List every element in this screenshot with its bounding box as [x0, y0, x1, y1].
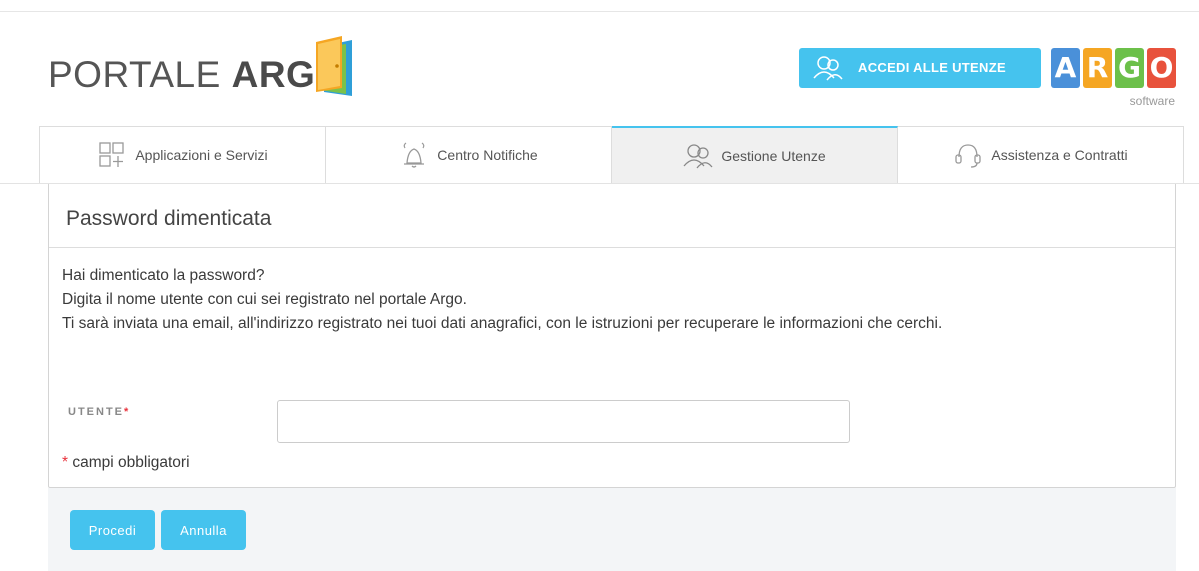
password-reset-panel: Password dimenticata Hai dimenticato la …: [48, 184, 1176, 488]
door-logo-icon: [316, 36, 352, 96]
apps-grid-icon: [99, 142, 124, 167]
tab-applicazioni-servizi[interactable]: Applicazioni e Servizi: [40, 127, 326, 183]
utente-input[interactable]: [277, 400, 850, 443]
headset-icon: [955, 144, 982, 168]
argo-letter-g: G: [1115, 48, 1144, 88]
tab-label: Applicazioni e Servizi: [135, 147, 268, 163]
argo-letter-o: O: [1147, 48, 1176, 88]
tab-gestione-utenze[interactable]: Gestione Utenze: [612, 126, 898, 183]
utente-label-text: UTENTE: [68, 406, 124, 418]
description-line: Hai dimenticato la password?: [62, 267, 265, 284]
tab-label: Gestione Utenze: [721, 147, 826, 164]
argo-letter-a: A: [1051, 48, 1080, 88]
utente-label: UTENTE*: [68, 406, 130, 418]
tab-label: Assistenza e Contratti: [991, 147, 1128, 163]
main-tabs: Applicazioni e Servizi Centro Notifiche …: [39, 126, 1184, 183]
users-icon: [683, 143, 713, 168]
tab-centro-notifiche[interactable]: Centro Notifiche: [326, 127, 612, 183]
required-mark: *: [62, 454, 69, 471]
description-line: Ti sarà inviata una email, all'indirizzo…: [62, 315, 943, 332]
description-line: Digita il nome utente con cui sei regist…: [62, 291, 467, 308]
form-footer: Procedi Annulla: [48, 488, 1176, 571]
tab-label: Centro Notifiche: [437, 147, 538, 163]
procedi-button[interactable]: Procedi: [70, 510, 155, 550]
argo-sub-label: software: [1129, 94, 1175, 108]
tab-assistenza-contratti[interactable]: Assistenza e Contratti: [898, 127, 1183, 183]
required-note: * campi obbligatori: [62, 454, 190, 472]
page-title: Password dimenticata: [66, 207, 272, 230]
required-mark: *: [124, 406, 131, 418]
accedi-utenze-button[interactable]: ACCEDI ALLE UTENZE: [799, 48, 1041, 88]
argo-software-logo[interactable]: A R G O software: [1051, 48, 1177, 120]
description: Hai dimenticato la password? Digita il n…: [62, 264, 942, 336]
bell-icon: [403, 142, 425, 168]
users-icon: [813, 56, 843, 81]
accedi-utenze-label: ACCEDI ALLE UTENZE: [858, 60, 1006, 75]
logo-prefix: PORTALE: [48, 54, 221, 95]
required-note-text: campi obbligatori: [72, 454, 190, 471]
annulla-button[interactable]: Annulla: [161, 510, 246, 550]
portal-logo-text[interactable]: PORTALE ARGO: [48, 56, 345, 93]
header: PORTALE ARGO ACCEDI ALLE UTENZE A R G O …: [0, 12, 1199, 126]
argo-letter-r: R: [1083, 48, 1112, 88]
panel-divider: [49, 247, 1175, 248]
